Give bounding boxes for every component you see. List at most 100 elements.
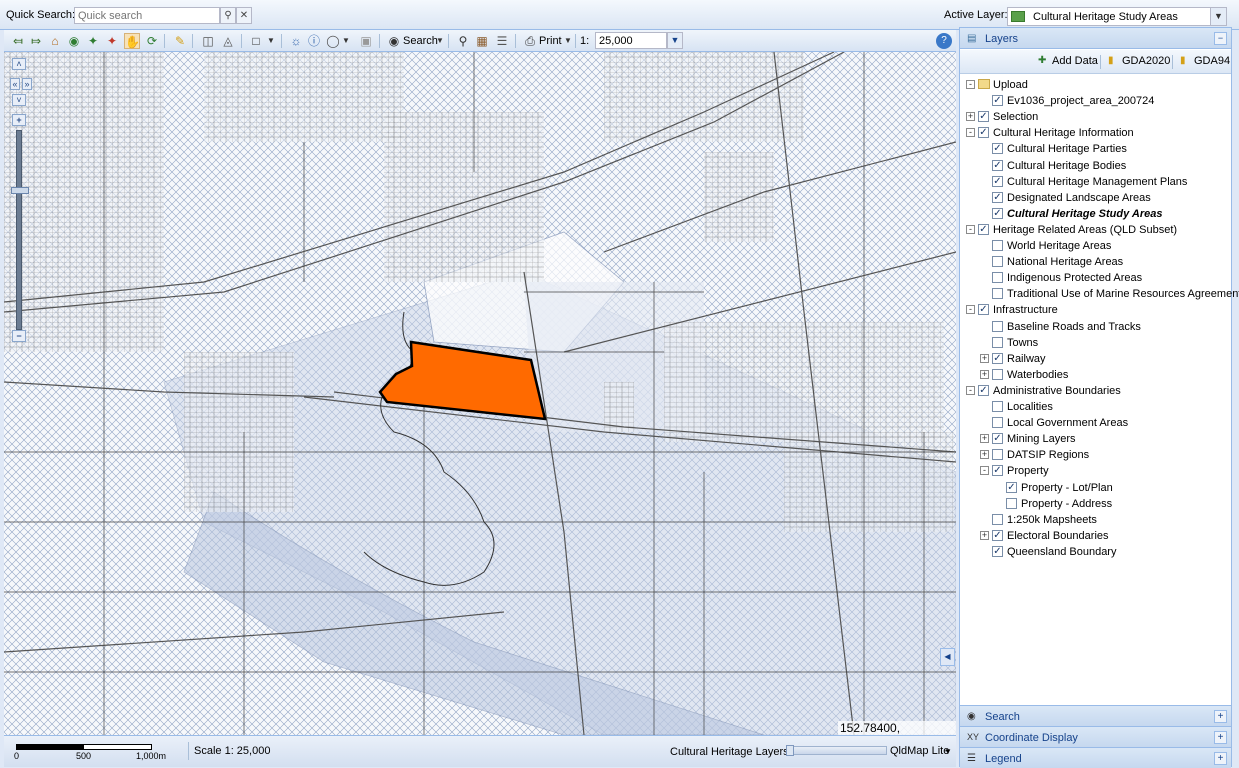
layer-tree-item[interactable]: ✓ Cultural Heritage Study Areas [980, 206, 1225, 222]
layer-checkbox[interactable] [992, 288, 1003, 300]
layer-tree-item[interactable]: ✓ Designated Landscape Areas [980, 190, 1225, 206]
layer-checkbox[interactable]: ✓ [992, 143, 1003, 155]
layer-checkbox[interactable]: ✓ [992, 191, 1003, 203]
refresh-icon[interactable]: ⟳ [144, 33, 160, 49]
identify-icon[interactable]: ⚲ [455, 33, 471, 49]
gda94-button[interactable]: GDA94 [1194, 55, 1230, 67]
layers-stack-icon[interactable]: ☰ [494, 33, 510, 49]
chevron-down-icon[interactable]: ▼ [667, 32, 683, 49]
layer-checkbox[interactable]: ✓ [992, 352, 1003, 364]
collapse-icon[interactable]: - [980, 466, 989, 476]
layer-checkbox[interactable]: ✓ [1006, 481, 1017, 493]
layer-tree-item[interactable]: ✓ Property - Lot/Plan [994, 480, 1225, 496]
layer-tree-item[interactable]: World Heritage Areas [980, 238, 1225, 254]
layer-checkbox[interactable]: ✓ [992, 465, 1003, 477]
layer-checkbox[interactable]: ✓ [992, 207, 1003, 219]
add-data-button[interactable]: Add Data [1052, 55, 1098, 67]
collapse-icon[interactable]: − [1214, 32, 1227, 45]
clear-graphics-icon[interactable]: ▣ [358, 33, 374, 49]
layer-checkbox[interactable]: ✓ [978, 111, 989, 123]
accordion-search[interactable]: ◉ Search + [960, 705, 1231, 726]
expand-icon[interactable]: + [980, 434, 989, 444]
comment-dropdown-icon[interactable]: ▼ [338, 33, 354, 49]
select-box-icon[interactable]: □ [248, 33, 264, 49]
expand-icon[interactable]: + [980, 369, 989, 379]
full-extent-icon[interactable]: ◉ [66, 33, 82, 49]
layer-tree-item[interactable]: National Heritage Areas [980, 254, 1225, 270]
layer-tree-item[interactable]: + DATSIP Regions [980, 447, 1225, 463]
pan-right-icon[interactable]: » [22, 78, 32, 90]
layer-tree-item[interactable]: + ✓ Selection [966, 109, 1225, 125]
collapse-icon[interactable]: - [966, 80, 975, 89]
layer-checkbox[interactable]: ✓ [978, 384, 989, 396]
layer-checkbox[interactable]: ✓ [992, 529, 1003, 541]
clear-icon[interactable]: ✕ [236, 7, 252, 24]
layer-checkbox[interactable] [992, 417, 1003, 429]
layer-tree-item[interactable]: - ✓ Property [980, 463, 1225, 479]
search-dropdown-icon[interactable]: ▼ [432, 33, 448, 49]
layer-tree-item[interactable]: Local Government Areas [980, 415, 1225, 431]
layer-checkbox[interactable] [992, 368, 1003, 380]
quick-search-input[interactable] [74, 7, 220, 24]
layer-checkbox[interactable]: ✓ [992, 95, 1003, 107]
collapse-icon[interactable]: - [966, 305, 975, 315]
layer-opacity-slider[interactable] [786, 745, 887, 756]
active-layer-select[interactable]: Cultural Heritage Study Areas ▼ [1007, 7, 1227, 26]
layer-tree-item[interactable]: Towns [980, 335, 1225, 351]
layer-checkbox[interactable]: ✓ [978, 127, 989, 139]
scale-input[interactable] [595, 32, 667, 49]
collapse-panel-icon[interactable]: ◀ [940, 648, 955, 666]
zoom-out-icon[interactable]: − [12, 330, 26, 342]
basemap-dropdown-icon[interactable]: ▼ [944, 747, 952, 756]
chevron-down-icon[interactable]: ▼ [1210, 8, 1226, 25]
zoom-in-tool-icon[interactable]: ✦ [85, 33, 101, 49]
gda2020-button[interactable]: GDA2020 [1122, 55, 1170, 67]
layer-tree-item[interactable]: ✓ Queensland Boundary [980, 544, 1225, 560]
pan-hand-icon[interactable]: ✋ [124, 33, 140, 49]
print-button[interactable]: Print [539, 35, 562, 47]
measure-icon[interactable]: ◫ [200, 33, 216, 49]
globe-icon[interactable]: ☼ [288, 33, 304, 49]
layer-tree-item[interactable]: - ✓ Heritage Related Areas (QLD Subset) [966, 222, 1225, 238]
layer-tree-item[interactable]: Traditional Use of Marine Resources Agre… [980, 286, 1239, 302]
layer-checkbox[interactable]: ✓ [978, 223, 989, 235]
layer-tree-item[interactable]: - Upload [966, 77, 1225, 93]
layer-checkbox[interactable] [992, 401, 1003, 412]
layer-tree-item[interactable]: Indigenous Protected Areas [980, 270, 1225, 286]
layer-tree-item[interactable]: - ✓ Administrative Boundaries [966, 383, 1225, 399]
accordion-legend[interactable]: ☰ Legend + [960, 747, 1231, 768]
layer-tree-item[interactable]: - ✓ Infrastructure [966, 302, 1225, 318]
search-icon[interactable]: ⚲ [220, 7, 236, 24]
basemap-selector[interactable]: QldMap Lite [890, 745, 949, 757]
expand-icon[interactable]: + [980, 530, 989, 540]
layer-tree-item[interactable]: + Waterbodies [980, 367, 1225, 383]
expand-icon[interactable]: + [1214, 710, 1227, 723]
info-icon[interactable]: ⓘ [306, 33, 322, 49]
layer-tree-item[interactable]: 1:250k Mapsheets [980, 512, 1225, 528]
layer-tree-item[interactable]: Localities [980, 399, 1225, 415]
print-dropdown-icon[interactable]: ▼ [560, 33, 576, 49]
layer-tree-item[interactable]: - ✓ Cultural Heritage Information [966, 125, 1225, 141]
forward-icon[interactable]: ⤇ [28, 33, 44, 49]
layer-checkbox[interactable]: ✓ [992, 175, 1003, 187]
layer-tree-item[interactable]: + ✓ Railway [980, 351, 1225, 367]
layer-tree-item[interactable]: ✓ Cultural Heritage Parties [980, 141, 1225, 157]
layer-checkbox[interactable] [992, 272, 1003, 284]
accordion-coordinate-display[interactable]: XY Coordinate Display + [960, 726, 1231, 747]
zoom-out-tool-icon[interactable]: ✦ [104, 33, 120, 49]
layer-checkbox[interactable]: ✓ [992, 545, 1003, 557]
map-canvas[interactable]: ˄ « » ˅ + − 152.78400, -27.64755 ◀ [4, 52, 956, 735]
layer-checkbox[interactable]: ✓ [992, 433, 1003, 445]
select-dropdown-icon[interactable]: ▼ [263, 33, 279, 49]
expand-icon[interactable]: + [1214, 752, 1227, 765]
layer-opacity-thumb[interactable] [786, 745, 794, 756]
pan-down-icon[interactable]: ˅ [12, 94, 26, 106]
zoom-slider[interactable] [11, 130, 29, 330]
layer-tree-item[interactable]: Baseline Roads and Tracks [980, 319, 1225, 335]
layer-checkbox[interactable] [992, 336, 1003, 348]
expand-icon[interactable]: + [980, 353, 989, 363]
back-icon[interactable]: ⤆ [10, 33, 26, 49]
layer-checkbox[interactable] [992, 449, 1003, 461]
layer-tree-item[interactable]: + ✓ Mining Layers [980, 431, 1225, 447]
collapse-icon[interactable]: - [966, 385, 975, 395]
